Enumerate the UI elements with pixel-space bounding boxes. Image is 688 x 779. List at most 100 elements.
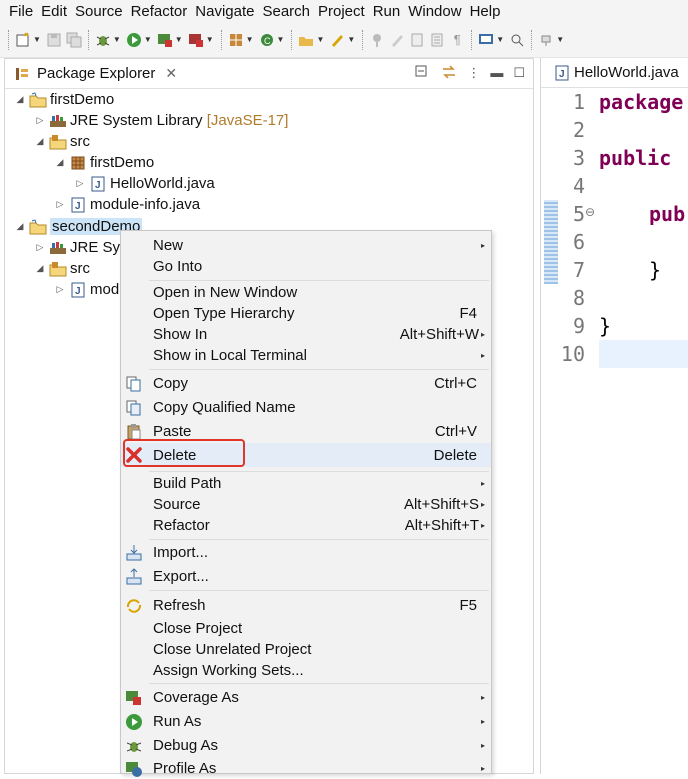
menu-run[interactable]: Run <box>370 3 404 20</box>
chevron-down-icon[interactable]: ▼ <box>33 35 41 44</box>
menu-item-import[interactable]: Import... <box>121 542 491 563</box>
collapsed-twisty-icon[interactable]: ▷ <box>35 242 45 253</box>
next-annotation-icon[interactable] <box>537 31 555 49</box>
pen-icon[interactable] <box>328 31 346 49</box>
minimize-icon[interactable]: ▬ <box>490 65 503 82</box>
pin-icon[interactable] <box>368 31 386 49</box>
menu-item-build-path[interactable]: Build Path ▸ <box>121 473 491 494</box>
chevron-down-icon[interactable]: ▼ <box>113 35 121 44</box>
menu-item-close-project[interactable]: Close Project <box>121 618 491 639</box>
collapsed-twisty-icon[interactable]: ▷ <box>75 178 85 189</box>
save-icon[interactable] <box>45 31 63 49</box>
monitor-icon[interactable] <box>477 31 495 49</box>
code-line-1[interactable]: package <box>599 90 683 114</box>
menu-file[interactable]: File <box>6 3 36 20</box>
tree-item-module-2[interactable]: ▷ J mod <box>55 279 120 300</box>
maximize-icon[interactable]: ☐ <box>513 65 525 82</box>
menu-item-copy[interactable]: Copy Ctrl+C <box>121 373 491 394</box>
debug-icon[interactable] <box>94 31 112 49</box>
save-all-icon[interactable] <box>65 31 83 49</box>
menu-item-show-in[interactable]: Show In Alt+Shift+W ▸ <box>121 324 491 345</box>
chevron-down-icon[interactable]: ▼ <box>246 35 254 44</box>
view-menu-icon[interactable]: ⋮ <box>467 65 480 82</box>
menu-edit[interactable]: Edit <box>38 3 70 20</box>
new-class-icon[interactable]: C <box>258 31 276 49</box>
fold-collapse-icon[interactable]: ⊖ <box>585 205 595 219</box>
menu-window[interactable]: Window <box>405 3 464 20</box>
expanded-twisty-icon[interactable]: ◢ <box>15 94 25 105</box>
external-tools-icon[interactable] <box>187 31 205 49</box>
collapse-all-icon[interactable] <box>415 65 431 82</box>
menu-item-source[interactable]: Source Alt+Shift+S ▸ <box>121 494 491 515</box>
tree-item-helloworld[interactable]: ▷ J HelloWorld.java <box>75 173 215 194</box>
menu-help[interactable]: Help <box>467 3 504 20</box>
overview-ruler[interactable] <box>544 200 558 284</box>
expanded-twisty-icon[interactable]: ◢ <box>35 263 45 274</box>
block-icon[interactable] <box>428 31 446 49</box>
menu-item-open-type-hierarchy[interactable]: Open Type Hierarchy F4 <box>121 303 491 324</box>
expanded-twisty-icon[interactable]: ◢ <box>15 221 25 232</box>
edit-icon[interactable] <box>388 31 406 49</box>
chevron-down-icon[interactable]: ▼ <box>556 35 564 44</box>
menu-item-refactor[interactable]: Refactor Alt+Shift+T ▸ <box>121 515 491 536</box>
chevron-down-icon[interactable]: ▼ <box>496 35 504 44</box>
code-line-9[interactable]: } <box>599 314 611 338</box>
expanded-twisty-icon[interactable]: ◢ <box>55 157 65 168</box>
new-wizard-icon[interactable] <box>14 31 32 49</box>
link-editor-icon[interactable] <box>441 65 457 82</box>
chevron-down-icon[interactable]: ▼ <box>175 35 183 44</box>
coverage-icon[interactable] <box>156 31 174 49</box>
expanded-twisty-icon[interactable]: ◢ <box>35 136 45 147</box>
chevron-down-icon[interactable]: ▼ <box>316 35 324 44</box>
package-explorer-title: Package Explorer <box>37 65 156 82</box>
chevron-down-icon[interactable]: ▼ <box>277 35 285 44</box>
submenu-arrow-icon: ▸ <box>480 479 485 488</box>
collapsed-twisty-icon[interactable]: ▷ <box>55 284 65 295</box>
menu-source[interactable]: Source <box>72 3 126 20</box>
search-annotation-icon[interactable] <box>508 31 526 49</box>
chevron-down-icon[interactable]: ▼ <box>347 35 355 44</box>
line-number: 1 <box>572 90 585 114</box>
package-explorer-tab[interactable]: Package Explorer ✕ ⋮ ▬ ☐ <box>5 59 533 89</box>
menu-item-open-new-window[interactable]: Open in New Window <box>121 282 491 303</box>
menu-item-close-unrelated-project[interactable]: Close Unrelated Project <box>121 639 491 660</box>
menu-item-debug-as[interactable]: Debug As ▸ <box>121 735 491 756</box>
run-icon[interactable] <box>125 31 143 49</box>
chevron-down-icon[interactable]: ▼ <box>144 35 152 44</box>
tree-item-firstdemo[interactable]: ◢ firstDemo <box>15 89 115 110</box>
menu-search[interactable]: Search <box>259 3 313 20</box>
tree-item-src-2[interactable]: ◢ src <box>35 258 90 279</box>
tree-item-src[interactable]: ◢ src <box>35 131 90 152</box>
open-type-icon[interactable] <box>297 31 315 49</box>
svg-text:J: J <box>75 201 81 212</box>
editor-tab-helloworld[interactable]: J HelloWorld.java <box>541 58 688 88</box>
close-icon[interactable]: ✕ <box>165 65 177 82</box>
menu-item-show-local-terminal[interactable]: Show in Local Terminal ▸ <box>121 345 491 366</box>
new-java-project-icon[interactable] <box>227 31 245 49</box>
menu-item-refresh[interactable]: Refresh F5 <box>121 595 491 616</box>
menu-refactor[interactable]: Refactor <box>128 3 191 20</box>
tree-item-module-info[interactable]: ▷ J module-info.java <box>55 194 201 215</box>
menu-item-coverage-as[interactable]: Coverage As ▸ <box>121 687 491 708</box>
code-line-5[interactable]: pub <box>649 202 685 226</box>
menu-project[interactable]: Project <box>315 3 368 20</box>
menu-item-assign-working-sets[interactable]: Assign Working Sets... <box>121 660 491 681</box>
menu-item-copy-qualified-name[interactable]: Copy Qualified Name <box>121 397 491 418</box>
tree-item-jre-library-2[interactable]: ▷ JRE Sys <box>35 237 128 258</box>
pilcrow-icon[interactable]: ¶ <box>448 31 466 49</box>
chevron-down-icon[interactable]: ▼ <box>206 35 214 44</box>
menu-navigate[interactable]: Navigate <box>192 3 257 20</box>
tree-item-package[interactable]: ◢ firstDemo <box>55 152 155 173</box>
collapsed-twisty-icon[interactable]: ▷ <box>55 199 65 210</box>
menu-item-export[interactable]: Export... <box>121 566 491 587</box>
menu-item-run-as[interactable]: Run As ▸ <box>121 711 491 732</box>
code-line-7[interactable]: } <box>649 258 661 282</box>
menu-item-go-into[interactable]: Go Into <box>121 256 491 277</box>
menu-item-new[interactable]: New ▸ <box>121 235 491 256</box>
document-icon[interactable] <box>408 31 426 49</box>
import-icon <box>124 543 144 563</box>
collapsed-twisty-icon[interactable]: ▷ <box>35 115 45 126</box>
code-line-3[interactable]: public <box>599 146 671 170</box>
tree-item-jre-library[interactable]: ▷ JRE System Library [JavaSE-17] <box>35 110 289 131</box>
menu-item-profile-as[interactable]: Profile As ▸ <box>121 758 491 779</box>
